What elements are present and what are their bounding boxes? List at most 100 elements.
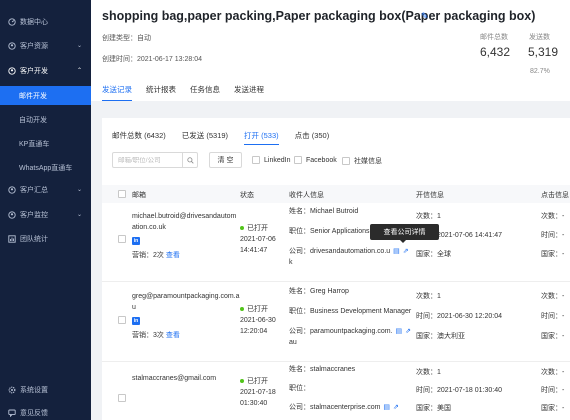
records-panel: 邮件总数 (6432) 已发送 (5319) 打开 (533) 点击 (350)…	[102, 118, 570, 420]
sidebar-item-customer-monitor[interactable]: 客户监控 ⌄	[0, 207, 91, 222]
chevron-down-icon: ⌄	[76, 43, 82, 49]
company-detail-icon[interactable]: ▤	[383, 402, 390, 413]
recipient-company: 公司：drivesandautomation.co.u	[289, 248, 391, 255]
chevron-down-icon: ⌄	[76, 212, 82, 218]
recipient-company: 公司：stalmacenterprise.com	[289, 404, 381, 411]
facebook-checkbox[interactable]	[294, 156, 302, 164]
filter-label: 社媒信息	[354, 158, 382, 165]
status-time: 01:30:40	[240, 400, 268, 407]
sidebar-item-label: 意见反馈	[20, 409, 48, 417]
subtab-opened[interactable]: 打开 (533)	[244, 130, 279, 145]
sidebar-item-customer-development[interactable]: 客户开发 ⌃	[0, 63, 91, 78]
open-country: 国家：全球	[416, 251, 451, 258]
row-checkbox[interactable]	[118, 235, 126, 243]
status-time: 12:20:04	[240, 328, 268, 335]
status-subtabs: 邮件总数 (6432) 已发送 (5319) 打开 (533) 点击 (350)	[112, 130, 345, 145]
click-country: 国家：-	[541, 405, 565, 412]
company-detail-tooltip: 查看公司详情	[370, 224, 439, 243]
open-country: 国家：澳大利亚	[416, 333, 465, 340]
email-line: stalmaccranes@gmail.com	[132, 375, 217, 382]
filter-label: LinkedIn	[264, 156, 291, 164]
col-email: 邮箱	[132, 192, 146, 199]
tab-task-info[interactable]: 任务信息	[190, 84, 220, 101]
search-icon[interactable]	[182, 153, 197, 167]
sidebar-item-label: 客户汇总	[20, 186, 48, 194]
linkedin-checkbox[interactable]	[252, 156, 260, 164]
open-count: 次数：1	[416, 293, 441, 300]
sidebar-item-feedback[interactable]: 意见反馈	[0, 405, 91, 420]
filter-facebook[interactable]: Facebook	[294, 156, 337, 164]
row-checkbox[interactable]	[118, 316, 126, 324]
sidebar-item-customer-resources[interactable]: 客户资源 ⌄	[0, 38, 91, 53]
col-open-info: 开信信息	[416, 192, 444, 199]
sidebar-item-data-center[interactable]: 数据中心	[0, 14, 91, 29]
sidebar-item-team-stats[interactable]: 团队统计	[0, 231, 91, 246]
sidebar-item-customer-summary[interactable]: 客户汇总 ⌄	[0, 182, 91, 197]
user-icon	[8, 185, 16, 194]
recipient-position: 职位：Senior Applications E	[289, 228, 377, 235]
clear-button[interactable]: 清 空	[209, 152, 242, 168]
search-input[interactable]	[118, 156, 182, 164]
table-row: stalmaccranes@gmail.com 已打开 2021-07-18 0…	[102, 362, 570, 420]
subtab-clicked[interactable]: 点击 (350)	[295, 130, 330, 145]
email-line: u	[132, 304, 136, 311]
external-link-icon[interactable]: ⇗	[405, 326, 411, 337]
user-icon	[8, 66, 16, 75]
sidebar-subitem-email-dev[interactable]: 邮件开发	[0, 86, 91, 105]
sidebar-subitem-whatsapp[interactable]: WhatsApp直通车	[0, 158, 91, 177]
linkedin-icon[interactable]: in	[132, 237, 140, 245]
sidebar-subitem-kp[interactable]: KP直通车	[0, 134, 91, 153]
sidebar-subitem-label: WhatsApp直通车	[19, 164, 73, 172]
sidebar-item-label: 团队统计	[20, 235, 48, 243]
row-checkbox[interactable]	[118, 394, 126, 402]
filter-linkedin[interactable]: LinkedIn	[252, 156, 290, 164]
open-time: 时间：2021-06-30 12:20:04	[416, 313, 502, 320]
external-link-icon[interactable]: ⇗	[403, 246, 409, 257]
col-click-info: 点击信息	[541, 192, 569, 199]
subtab-total[interactable]: 邮件总数 (6432)	[112, 130, 166, 145]
status-dot	[240, 307, 244, 312]
user-icon	[8, 41, 16, 50]
social-checkbox[interactable]	[342, 157, 350, 165]
edit-icon[interactable]: ✎	[421, 11, 429, 22]
email-line: michael.butroid@drivesandautom	[132, 213, 237, 220]
open-count: 次数：1	[416, 213, 441, 220]
sidebar-item-label: 客户资源	[20, 42, 48, 50]
external-link-icon[interactable]: ⇗	[393, 402, 399, 413]
status-text: 已打开	[247, 378, 268, 385]
sidebar-subitem-auto-dev[interactable]: 自动开发	[0, 110, 91, 129]
status-date: 2021-06-30	[240, 317, 276, 324]
company-detail-icon[interactable]: ▤	[393, 246, 400, 257]
recipient-company-cont: k	[289, 259, 293, 266]
user-icon	[8, 210, 16, 219]
email-line: ation.co.uk	[132, 224, 166, 231]
select-all-checkbox[interactable]	[118, 190, 126, 198]
subtab-sent[interactable]: 已发送 (5319)	[182, 130, 228, 145]
col-status: 状态	[240, 192, 254, 199]
dashboard-icon	[8, 17, 16, 26]
linkedin-icon[interactable]: in	[132, 317, 140, 325]
sent-percentage: 82.7%	[530, 68, 550, 75]
view-link[interactable]: 查看	[166, 332, 180, 339]
tab-stats-report[interactable]: 统计报表	[146, 84, 176, 101]
total-emails-value: 6,432	[480, 45, 511, 59]
recipient-name: 姓名：stalmaccranes	[289, 366, 356, 373]
filter-social[interactable]: 社媒信息	[342, 156, 382, 166]
sent-value: 5,319	[528, 45, 559, 59]
company-detail-icon[interactable]: ▤	[396, 326, 403, 337]
email-line: greg@paramountpackaging.com.a	[132, 293, 240, 300]
sidebar-subitem-label: 邮件开发	[19, 92, 47, 100]
click-count: 次数：-	[541, 213, 565, 220]
recipient-company: 公司：paramountpackaging.com.	[289, 328, 393, 335]
click-count: 次数：-	[541, 293, 565, 300]
click-count: 次数：-	[541, 369, 565, 376]
sidebar-item-settings[interactable]: 系统设置	[0, 382, 91, 397]
tab-send-progress[interactable]: 发送进程	[234, 84, 264, 101]
table-row: michael.butroid@drivesandautom ation.co.…	[102, 203, 570, 282]
recipient-position: 职位：	[289, 385, 310, 392]
view-link[interactable]: 查看	[166, 252, 180, 259]
status-dot	[240, 379, 244, 384]
main-tabs: 发送记录 统计报表 任务信息 发送进程	[102, 84, 278, 101]
tab-send-records[interactable]: 发送记录	[102, 84, 132, 101]
recipient-position: 职位：Business Development Manager	[289, 308, 412, 315]
